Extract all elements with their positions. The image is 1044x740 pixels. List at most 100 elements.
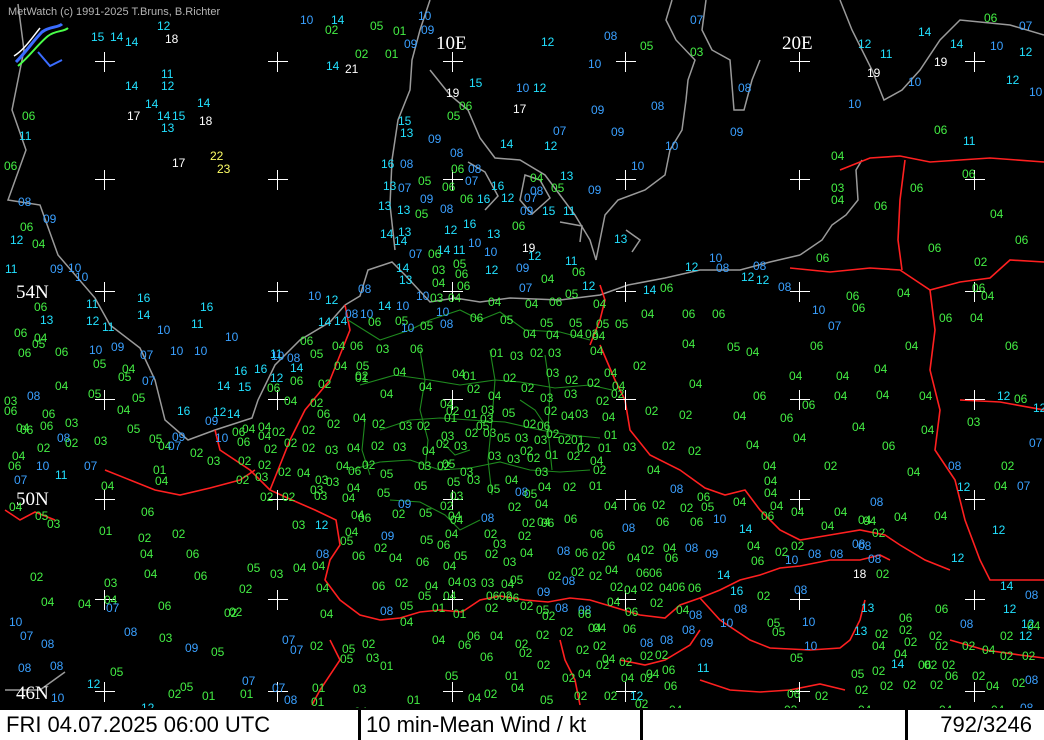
station-wind-value: 08 (960, 617, 974, 631)
station-wind-value: 15 (542, 204, 556, 218)
station-wind-value: 02 (318, 377, 332, 391)
station-wind-value: 10 (225, 330, 239, 344)
station-wind-value: 12 (1019, 629, 1033, 643)
station-wind-value: 02 (791, 539, 805, 553)
grid-cross (95, 52, 115, 72)
station-wind-value: 06 (40, 419, 54, 433)
station-wind-value: 04 (334, 359, 348, 373)
station-wind-value: 10 (848, 97, 862, 111)
station-wind-value: 08 (50, 659, 64, 673)
station-wind-value: 04 (647, 463, 661, 477)
station-wind-value: 13 (560, 169, 574, 183)
station-wind-value: 04 (488, 389, 502, 403)
grid-cross (268, 170, 288, 190)
station-wind-value: 21 (345, 62, 359, 76)
station-wind-value: 03 (623, 440, 637, 454)
station-wind-value: 04 (624, 583, 638, 597)
station-wind-value: 10 (157, 323, 171, 337)
station-wind-value: 02 (519, 646, 533, 660)
station-wind-value: 05 (88, 387, 102, 401)
station-wind-value: 19 (867, 66, 881, 80)
station-wind-value: 06 (780, 411, 794, 425)
station-wind-value: 12 (858, 37, 872, 51)
station-wind-value: 04 (604, 366, 618, 380)
station-wind-value: 08 (670, 482, 684, 496)
station-wind-value: 04 (682, 337, 696, 351)
station-wind-value: 05 (727, 340, 741, 354)
station-wind-value: 08 (858, 539, 872, 553)
station-wind-value: 02 (619, 655, 633, 669)
station-wind-value: 04 (520, 546, 534, 560)
station-wind-value: 02 (138, 531, 152, 545)
station-wind-value: 05 (420, 533, 434, 547)
status-divider (640, 710, 643, 740)
station-wind-value: 01 (463, 369, 477, 383)
station-wind-value: 06 (816, 251, 830, 265)
station-wind-value: 10 (170, 344, 184, 358)
station-wind-value: 04 (393, 365, 407, 379)
station-wind-value: 14 (125, 35, 139, 49)
station-wind-value: 06 (549, 295, 563, 309)
station-wind-value: 02 (229, 605, 243, 619)
station-wind-value: 04 (689, 377, 703, 391)
station-wind-value: 10 (990, 39, 1004, 53)
station-wind-value: 06 (852, 301, 866, 315)
station-wind-value: 08 (868, 552, 882, 566)
station-wind-value: 03 (483, 426, 497, 440)
station-wind-value: 17 (172, 156, 186, 170)
status-divider (358, 710, 361, 740)
station-wind-value: 02 (589, 569, 603, 583)
station-wind-value: 13 (161, 121, 175, 135)
station-wind-value: 08 (716, 261, 730, 275)
station-wind-value: 08 (738, 81, 752, 95)
station-wind-value: 02 (467, 382, 481, 396)
station-wind-value: 10 (802, 615, 816, 629)
station-wind-value: 04 (448, 575, 462, 589)
station-wind-value: 04 (422, 444, 436, 458)
station-wind-value: 06 (416, 555, 430, 569)
station-wind-value: 04 (852, 420, 866, 434)
station-wind-value: 02 (371, 439, 385, 453)
station-wind-value: 04 (981, 289, 995, 303)
station-wind-value: 10 (516, 81, 530, 95)
station-wind-value: 05 (442, 457, 456, 471)
station-wind-value: 02 (757, 589, 771, 603)
grid-cross (790, 170, 810, 190)
station-wind-value: 10 (401, 321, 415, 335)
station-wind-value: 02 (1012, 676, 1026, 690)
station-wind-value: 05 (497, 431, 511, 445)
station-wind-value: 04 (590, 454, 604, 468)
station-wind-value: 05 (370, 19, 384, 33)
station-wind-value: 05 (110, 665, 124, 679)
station-wind-value: 02 (935, 639, 949, 653)
station-wind-value: 04 (316, 581, 330, 595)
station-wind-value: 04 (593, 297, 607, 311)
grid-cross (443, 682, 463, 702)
station-wind-value: 04 (419, 380, 433, 394)
station-wind-value: 14 (326, 59, 340, 73)
station-wind-value: 05 (851, 667, 865, 681)
grid-cross (268, 282, 288, 302)
station-wind-value: 03 (546, 366, 560, 380)
station-wind-value: 04 (834, 505, 848, 519)
station-wind-value: 03 (292, 518, 306, 532)
station-wind-value: 12 (444, 223, 458, 237)
station-wind-value: 06 (186, 547, 200, 561)
station-wind-value: 06 (984, 11, 998, 25)
station-wind-value: 04 (834, 389, 848, 403)
valid-time: FRI 04.07.2025 06:00 UTC (6, 712, 271, 737)
station-wind-value: 08 (557, 544, 571, 558)
station-wind-value: 03 (441, 429, 455, 443)
station-wind-value: 01 (380, 659, 394, 673)
station-wind-value: 08 (1025, 673, 1039, 687)
station-wind-value: 14 (739, 522, 753, 536)
station-wind-value: 08 (27, 389, 41, 403)
station-wind-value: 03 (507, 452, 521, 466)
station-wind-value: 02 (688, 444, 702, 458)
station-wind-value: 12 (951, 551, 965, 565)
station-wind-value: 08 (830, 547, 844, 561)
station-wind-value: 06 (1005, 339, 1019, 353)
station-wind-value: 06 (665, 551, 679, 565)
station-wind-value: 09 (611, 125, 625, 139)
station-wind-value: 04 (297, 466, 311, 480)
